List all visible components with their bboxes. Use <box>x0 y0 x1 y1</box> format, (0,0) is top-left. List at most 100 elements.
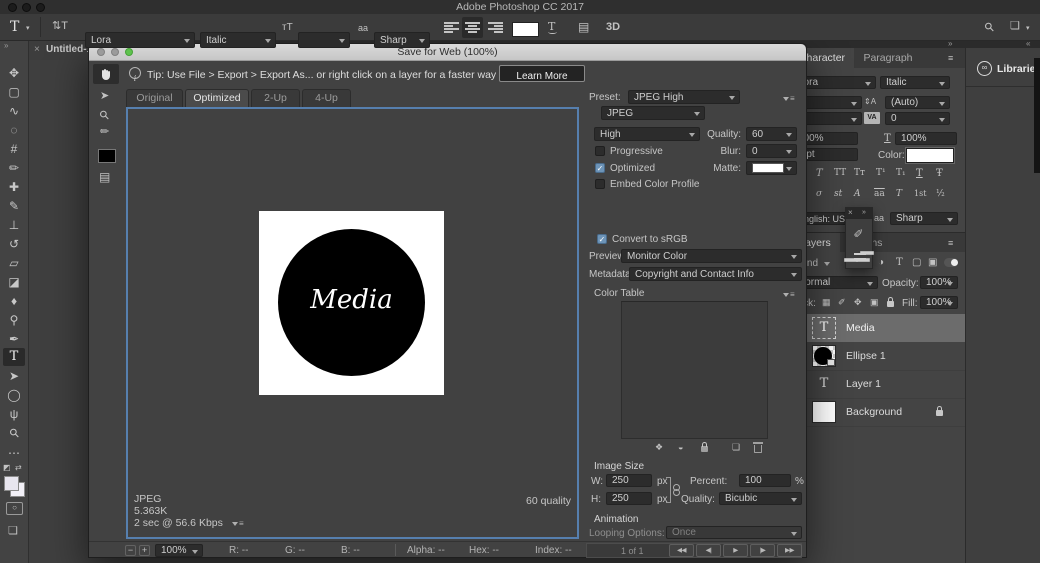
search-icon[interactable]: ⚲ <box>985 21 994 33</box>
layer-name[interactable]: Media <box>846 322 875 334</box>
healing-brush-tool[interactable]: ✚ <box>0 178 28 196</box>
dock-collapse-icon[interactable]: » <box>948 40 952 48</box>
align-right-icon[interactable] <box>488 22 503 33</box>
learn-more-button[interactable]: Learn More <box>499 65 585 82</box>
text-layer-thumbnail[interactable]: T <box>812 317 836 339</box>
tab-optimized[interactable]: Optimized <box>185 89 249 108</box>
eyedropper-tool[interactable]: ✏ <box>0 159 28 177</box>
small-caps-icon[interactable]: Tᴛ <box>854 169 865 178</box>
dodge-tool[interactable]: ⚲ <box>0 311 28 329</box>
lasso-tool[interactable]: ∿ <box>0 102 28 120</box>
tool-preset-chevron-icon[interactable]: ▾ <box>26 25 30 32</box>
zoom-in-button[interactable]: + <box>139 545 150 556</box>
pen-tool[interactable]: ✒ <box>0 330 28 348</box>
titling-alternates-icon[interactable]: T <box>896 190 902 199</box>
strikethrough-icon[interactable]: Ŧ <box>936 169 943 179</box>
dialog-eyedropper-icon[interactable]: ✏ <box>100 127 109 138</box>
zoom-out-button[interactable]: − <box>125 545 136 556</box>
preview-zoom-select[interactable]: 100% <box>155 544 203 557</box>
last-frame-button[interactable]: ▶▶ <box>777 544 802 557</box>
delete-color-icon[interactable] <box>754 445 762 453</box>
next-frame-button[interactable]: |▶ <box>750 544 775 557</box>
all-caps-icon[interactable]: TT <box>834 169 846 178</box>
ordinals-icon[interactable]: 1st <box>914 190 926 198</box>
quality-select[interactable]: 60 <box>746 127 797 141</box>
tracking-select[interactable]: 0 <box>885 112 950 125</box>
type-tool[interactable]: T <box>0 348 28 366</box>
workspace-chevron-icon[interactable]: ▾ <box>1026 25 1030 32</box>
leading-select[interactable]: (Auto) <box>885 96 950 109</box>
crop-tool[interactable]: # <box>0 140 28 158</box>
filter-smart-object-icon[interactable]: ▣ <box>928 258 937 268</box>
warp-text-icon[interactable]: T <box>548 21 557 34</box>
first-frame-button[interactable]: ◀◀ <box>669 544 694 557</box>
lock-pixels-icon[interactable]: ✐ <box>838 298 846 307</box>
font-size-select[interactable] <box>298 32 350 48</box>
align-center-icon[interactable] <box>465 22 480 33</box>
zoom-tool[interactable]: ⚲ <box>0 424 28 442</box>
char-font-style-select[interactable]: Italic <box>880 76 950 89</box>
embed-color-profile-checkbox[interactable] <box>595 179 605 189</box>
compression-select[interactable]: High <box>594 127 700 141</box>
blur-tool[interactable]: ♦ <box>0 292 28 310</box>
lock-color-icon[interactable] <box>701 446 708 452</box>
screen-mode-icon[interactable]: ❏ <box>8 526 18 537</box>
subscript-icon[interactable]: T₁ <box>896 169 906 178</box>
opacity-select[interactable]: 100% <box>920 276 958 289</box>
brush-tool[interactable]: ✎ <box>0 197 28 215</box>
discretionary-ligatures-icon[interactable]: st <box>834 190 842 199</box>
quick-selection-tool[interactable]: ◌ <box>0 121 28 139</box>
text-orientation-icon[interactable]: ⇅T <box>52 21 68 32</box>
resample-quality-select[interactable]: Bicubic <box>719 492 802 505</box>
workspace-icon[interactable]: ❏ <box>1010 21 1020 32</box>
swap-colors-icon[interactable]: ⇄ <box>15 464 22 472</box>
metadata-select[interactable]: Copyright and Contact Info <box>629 267 802 281</box>
preset-menu-icon[interactable]: ≡ <box>783 94 795 103</box>
layer-row-layer1[interactable]: T Layer 1 <box>790 370 965 399</box>
filter-adjustment-icon[interactable]: ◑ <box>878 258 884 268</box>
type-color-swatch[interactable] <box>906 148 954 163</box>
tab-2up[interactable]: 2-Up <box>251 89 300 108</box>
text-color-swatch[interactable] <box>512 22 539 37</box>
quick-mask-icon[interactable]: ○ <box>6 502 23 515</box>
convert-srgb-checkbox[interactable] <box>597 234 607 244</box>
lock-artboard-icon[interactable]: ▣ <box>870 298 879 307</box>
clone-stamp-tool[interactable]: ⊥ <box>0 216 28 234</box>
add-color-icon[interactable]: ❏ <box>732 443 740 452</box>
color-table[interactable] <box>621 301 768 439</box>
dialog-zoom-tool-icon[interactable]: ⚲ <box>100 109 109 121</box>
foreground-color-swatch[interactable] <box>4 476 19 491</box>
swash-icon[interactable]: A <box>854 190 861 199</box>
type-tool-icon[interactable]: T <box>10 20 19 34</box>
play-button[interactable]: ▶ <box>723 544 748 557</box>
collapse-icon[interactable]: » <box>862 209 866 216</box>
fractions-icon[interactable]: ½ <box>936 190 945 199</box>
superscript-icon[interactable]: T¹ <box>876 169 886 178</box>
layer-name[interactable]: Layer 1 <box>846 378 881 390</box>
width-input[interactable]: 250 <box>606 474 652 487</box>
previous-frame-button[interactable]: ◀| <box>696 544 721 557</box>
eyedropper-color-swatch[interactable] <box>98 149 116 163</box>
percent-input[interactable]: 100 <box>739 474 791 487</box>
char-anti-alias-select[interactable]: Sharp <box>890 212 958 225</box>
hand-tool-icon[interactable] <box>98 66 114 87</box>
character-panel-menu-icon[interactable]: ≡ <box>948 54 953 63</box>
scrollbar-strip[interactable] <box>1034 58 1040 173</box>
layer-row-media[interactable]: T Media <box>790 314 965 342</box>
fill-select[interactable]: 100% <box>920 296 958 309</box>
lock-all-icon[interactable] <box>887 301 894 307</box>
history-brush-tool[interactable]: ↺ <box>0 235 28 253</box>
contextual-alternates-icon[interactable]: σ <box>816 190 822 199</box>
properties-panel-icon[interactable] <box>854 252 866 261</box>
floating-panel-header[interactable]: × » <box>845 207 873 218</box>
height-input[interactable]: 250 <box>606 492 652 505</box>
hand-tool[interactable]: ψ <box>0 405 28 423</box>
eraser-tool[interactable]: ▱ <box>0 254 28 272</box>
font-style-select[interactable]: Italic <box>200 32 276 48</box>
horizontal-scale-field[interactable]: 100% <box>895 132 957 145</box>
web-shift-color-icon[interactable]: ❖ <box>655 443 663 452</box>
stylistic-alternates-icon[interactable]: aa <box>874 190 885 199</box>
brush-settings-panel-icon[interactable]: ✎ <box>854 227 864 239</box>
edit-toolbar-button[interactable]: ⋯ <box>0 444 28 462</box>
libraries-collapse-icon[interactable]: « <box>1026 40 1030 48</box>
